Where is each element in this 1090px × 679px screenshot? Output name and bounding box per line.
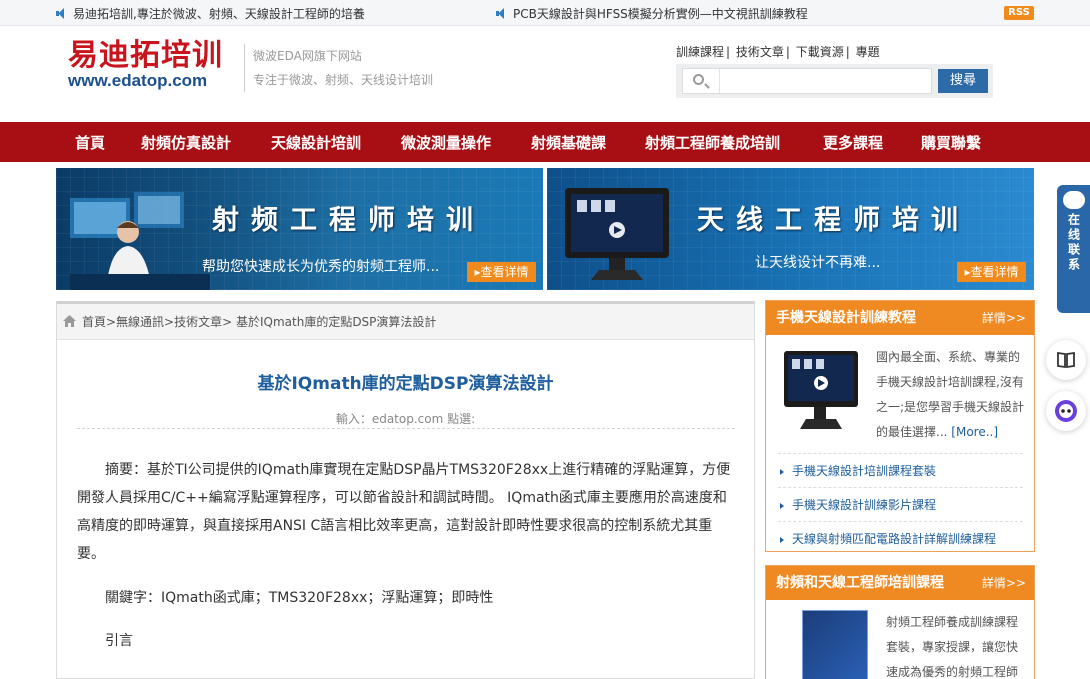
- banner-2-button-label: 查看详情: [970, 265, 1019, 279]
- home-icon[interactable]: [63, 315, 76, 327]
- top-right-text[interactable]: PCB天線設計與HFSS模擬分析實例—中文視訊訓練教程: [513, 5, 808, 22]
- banner-2-title: 天线工程师培训: [697, 205, 970, 236]
- banner-antenna-engineer[interactable]: 天线工程师培训 让天线设计不再难... ▸查看详情: [547, 168, 1034, 290]
- sidebar-box-1-more[interactable]: 詳情>>: [982, 301, 1026, 335]
- logo-url: www.edatop.com: [68, 71, 208, 90]
- sidebar-box-mobile-antenna: 手機天線設計訓練教程 詳情>> 國內最全面、系統、專業的手機天線設計培訓課程,沒…: [765, 300, 1035, 552]
- nav-rf-engineer[interactable]: 射頻工程師養成培訓: [645, 122, 780, 162]
- sidebar-box-rf-antenna: 射頻和天線工程師培訓課程 詳情>> 射頻工程師養成訓練課程套裝，專家授課，讓您快…: [765, 565, 1035, 679]
- top-bar: 易迪拓培訓,專注於微波、射頻、天線設計工程師的培養 PCB天線設計與HFSS模擬…: [0, 0, 1090, 26]
- nav-more-courses[interactable]: 更多課程: [823, 122, 883, 162]
- header-link-articles[interactable]: 技術文章: [736, 45, 784, 59]
- search-bar: 搜尋: [676, 64, 993, 98]
- sidebar-box-1-list: 手機天線設計培訓課程套裝 手機天線設計訓練影片課程 天線與射頻匹配電路設計詳解訓…: [778, 453, 1023, 555]
- banner-1-details-button[interactable]: ▸查看详情: [467, 262, 536, 282]
- main-nav: 首頁 射頻仿真設計 天線設計培訓 微波測量操作 射頻基礎課 射頻工程師養成培訓 …: [0, 122, 1090, 162]
- online-contact-button[interactable]: 在线联系: [1057, 185, 1090, 313]
- sidebar-box-2-more[interactable]: 詳情>>: [982, 566, 1026, 600]
- link-separator: |: [785, 45, 790, 59]
- banner-1-title: 射频工程师培训: [212, 205, 485, 236]
- link-separator: |: [845, 45, 850, 59]
- nav-rf-simulation[interactable]: 射頻仿真設計: [141, 122, 231, 162]
- course-box-image[interactable]: [802, 610, 868, 679]
- speaker-icon: [56, 8, 65, 19]
- banner-1-subtitle: 帮助您快速成长为优秀的射频工程师...: [202, 259, 440, 275]
- article-intro-heading: 引言: [105, 633, 133, 649]
- search-divider: [719, 69, 720, 93]
- sidebar-box-2-title[interactable]: 射頻和天線工程師培訓課程: [776, 575, 944, 591]
- nav-antenna-training[interactable]: 天線設計培訓: [271, 122, 361, 162]
- banner-1-button-label: 查看详情: [480, 265, 529, 279]
- nav-purchase-contact[interactable]: 購買聯繫: [921, 122, 981, 162]
- sidebar-box-2-desc: 射頻工程師養成訓練課程套裝，專家授課，讓您快速成為優秀的射頻工程師: [886, 615, 1019, 679]
- article-panel: 首頁>無線通訊>技術文章> 基於IQmath庫的定點DSP演算法設計 基於IQm…: [56, 301, 755, 679]
- logo-cn: 易迪拓培训: [68, 38, 223, 73]
- banner-rf-engineer[interactable]: 射频工程师培训 帮助您快速成长为优秀的射频工程师... ▸查看详情: [56, 168, 543, 290]
- reader-button[interactable]: [1046, 340, 1086, 380]
- header-link-topics[interactable]: 專題: [856, 45, 880, 59]
- breadcrumb: 首頁>無線通訊>技術文章> 基於IQmath庫的定點DSP演算法設計: [57, 304, 754, 340]
- top-left-text[interactable]: 易迪拓培訓,專注於微波、射頻、天線設計工程師的培養: [73, 5, 365, 22]
- book-icon: [1057, 351, 1075, 369]
- article-abstract: 摘要：基於TI公司提供的IQmath庫實現在定點DSP晶片TMS320F28xx…: [77, 462, 731, 562]
- article-keywords: 關鍵字：IQmath函式庫；TMS320F28xx；浮點運算；即時性: [105, 590, 494, 606]
- list-item[interactable]: 天線與射頻匹配電路設計詳解訓練課程: [778, 521, 1023, 555]
- divider: [77, 428, 735, 429]
- online-contact-label: 在线联系: [1066, 213, 1081, 273]
- sidebar-box-1-desc: 國內最全面、系統、專業的手機天線設計培訓課程,沒有之一;是您學習手機天線設計的最…: [876, 345, 1026, 445]
- list-item[interactable]: 手機天線設計訓練影片課程: [778, 487, 1023, 521]
- rss-button[interactable]: RSS: [1004, 6, 1034, 20]
- chat-icon: [1062, 191, 1085, 209]
- list-item[interactable]: 手機天線設計培訓課程套裝: [778, 453, 1023, 487]
- nav-home[interactable]: 首頁: [75, 122, 105, 162]
- sidebar-box-2-header[interactable]: 射頻和天線工程師培訓課程 詳情>>: [766, 566, 1034, 600]
- monitor-illustration: [565, 188, 669, 280]
- slogan-line-1: 微波EDA网旗下网站: [253, 49, 362, 63]
- link-separator: |: [726, 45, 731, 59]
- top-announcement-left[interactable]: 易迪拓培訓,專注於微波、射頻、天線設計工程師的培養: [56, 5, 365, 22]
- header-links: 訓練課程 | 技術文章 | 下載資源 | 專題: [676, 43, 882, 60]
- search-button[interactable]: 搜尋: [938, 69, 988, 93]
- header-link-courses[interactable]: 訓練課程: [676, 45, 724, 59]
- site-logo[interactable]: 易迪拓培训 www.edatop.com: [68, 40, 223, 90]
- slogan-line-2: 专注于微波、射频、天线设计培训: [253, 73, 434, 87]
- speaker-icon: [496, 8, 505, 19]
- article-meta: 輸入：edatop.com 點選:: [335, 412, 476, 426]
- search-input[interactable]: [682, 68, 932, 94]
- article-title: 基於IQmath庫的定點DSP演算法設計: [257, 374, 554, 394]
- breadcrumb-text[interactable]: 首頁>無線通訊>技術文章> 基於IQmath庫的定點DSP演算法設計: [82, 315, 436, 329]
- nav-rf-basics[interactable]: 射頻基礎課: [531, 122, 606, 162]
- more-link[interactable]: [More..]: [951, 425, 998, 439]
- course-monitor-image[interactable]: [782, 347, 862, 433]
- search-icon: [693, 74, 704, 85]
- slogan: 微波EDA网旗下网站 专注于微波、射频、天线设计培训: [244, 44, 433, 92]
- header-link-downloads[interactable]: 下載資源: [796, 45, 844, 59]
- top-announcement-right[interactable]: PCB天線設計與HFSS模擬分析實例—中文視訊訓練教程: [496, 5, 808, 22]
- banner-2-details-button[interactable]: ▸查看详情: [957, 262, 1026, 282]
- assistant-button[interactable]: [1046, 391, 1086, 431]
- banner-2-subtitle: 让天线设计不再难...: [755, 255, 881, 271]
- assistant-icon: [1055, 400, 1077, 422]
- engineer-illustration: [70, 192, 210, 290]
- sidebar-box-1-title[interactable]: 手機天線設計訓練教程: [776, 310, 916, 326]
- sidebar-box-1-header[interactable]: 手機天線設計訓練教程 詳情>>: [766, 301, 1034, 335]
- nav-microwave-measurement[interactable]: 微波測量操作: [401, 122, 491, 162]
